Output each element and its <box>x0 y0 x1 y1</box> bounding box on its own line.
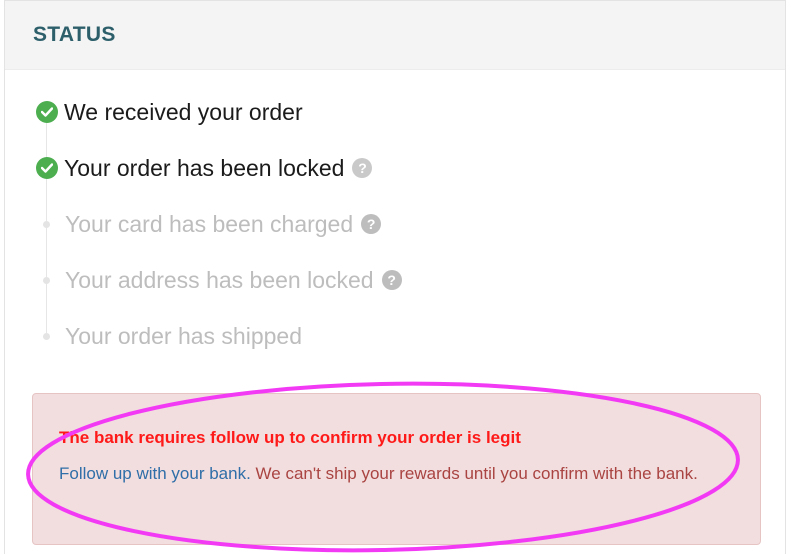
follow-up-bank-link[interactable]: Follow up with your bank. <box>59 464 251 483</box>
panel-title: STATUS <box>33 23 116 46</box>
step-label: Your order has been locked <box>64 154 345 181</box>
step-label: Your card has been charged <box>65 210 354 237</box>
status-step-shipped: Your order has shipped <box>36 319 302 353</box>
question-circle-icon[interactable]: ? <box>352 158 373 178</box>
bank-alert: The bank requires follow up to confirm y… <box>32 393 761 545</box>
status-step-locked: Your order has been locked ? <box>36 151 373 185</box>
status-step-charged: Your card has been charged ? <box>36 207 382 241</box>
question-circle-icon[interactable]: ? <box>361 214 382 234</box>
status-step-received: We received your order <box>36 95 303 129</box>
step-label: Your address has been locked <box>65 266 374 293</box>
timeline-dot-icon <box>43 220 50 228</box>
timeline-dot-icon <box>43 276 50 284</box>
check-circle-icon <box>36 101 58 123</box>
question-circle-icon[interactable]: ? <box>381 270 402 290</box>
timeline-dot-icon <box>43 332 50 340</box>
step-label: We received your order <box>64 98 303 125</box>
alert-body: Follow up with your bank. We can't ship … <box>59 458 739 489</box>
step-label: Your order has shipped <box>65 322 302 349</box>
status-step-address-locked: Your address has been locked ? <box>36 263 402 297</box>
check-circle-icon <box>36 157 58 179</box>
alert-title: The bank requires follow up to confirm y… <box>59 428 521 447</box>
alert-message: We can't ship your rewards until you con… <box>250 464 698 483</box>
panel-header: STATUS <box>5 0 785 70</box>
